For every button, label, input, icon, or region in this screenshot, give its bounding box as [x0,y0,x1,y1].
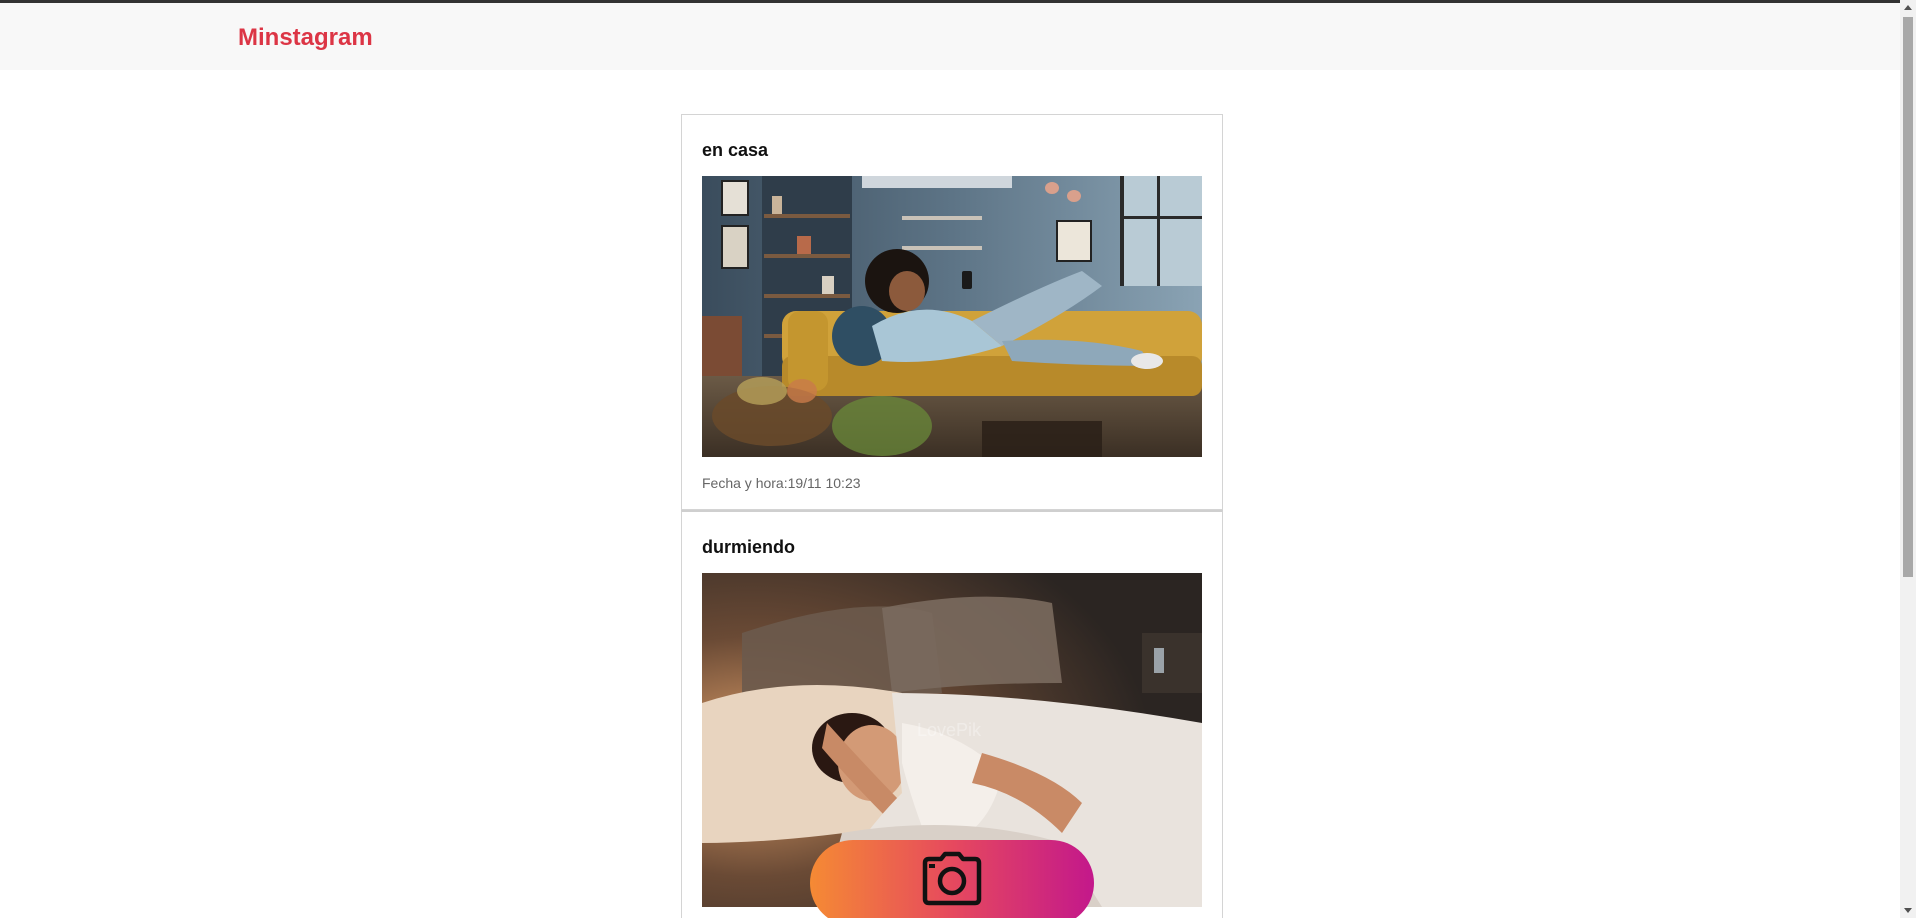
post-image [702,176,1202,457]
watermark: LovePik [917,720,982,740]
post-card: en casa Fecha y hora:19/11 10:23 [681,114,1223,510]
post-title: durmiendo [702,537,795,557]
camera-icon [922,851,982,906]
scroll-up-icon[interactable] [1900,0,1916,14]
brand-logo-link[interactable]: Minstagram [238,23,373,53]
post-feed: en casa Fecha y hora:19/11 10:23 durmien… [681,114,1223,918]
scroll-down-icon[interactable] [1900,904,1916,918]
navbar: Minstagram [0,3,1900,70]
photo-woman-on-sofa-with-phone-icon [702,176,1202,457]
scrollbar-thumb[interactable] [1903,17,1913,577]
vertical-scrollbar[interactable] [1900,0,1916,918]
post-title: en casa [702,140,769,160]
page: Minstagram en casa Fecha y hora:19/11 10… [0,0,1916,918]
new-post-camera-button[interactable] [810,840,1094,918]
post-timestamp: Fecha y hora:19/11 10:23 [702,475,861,491]
